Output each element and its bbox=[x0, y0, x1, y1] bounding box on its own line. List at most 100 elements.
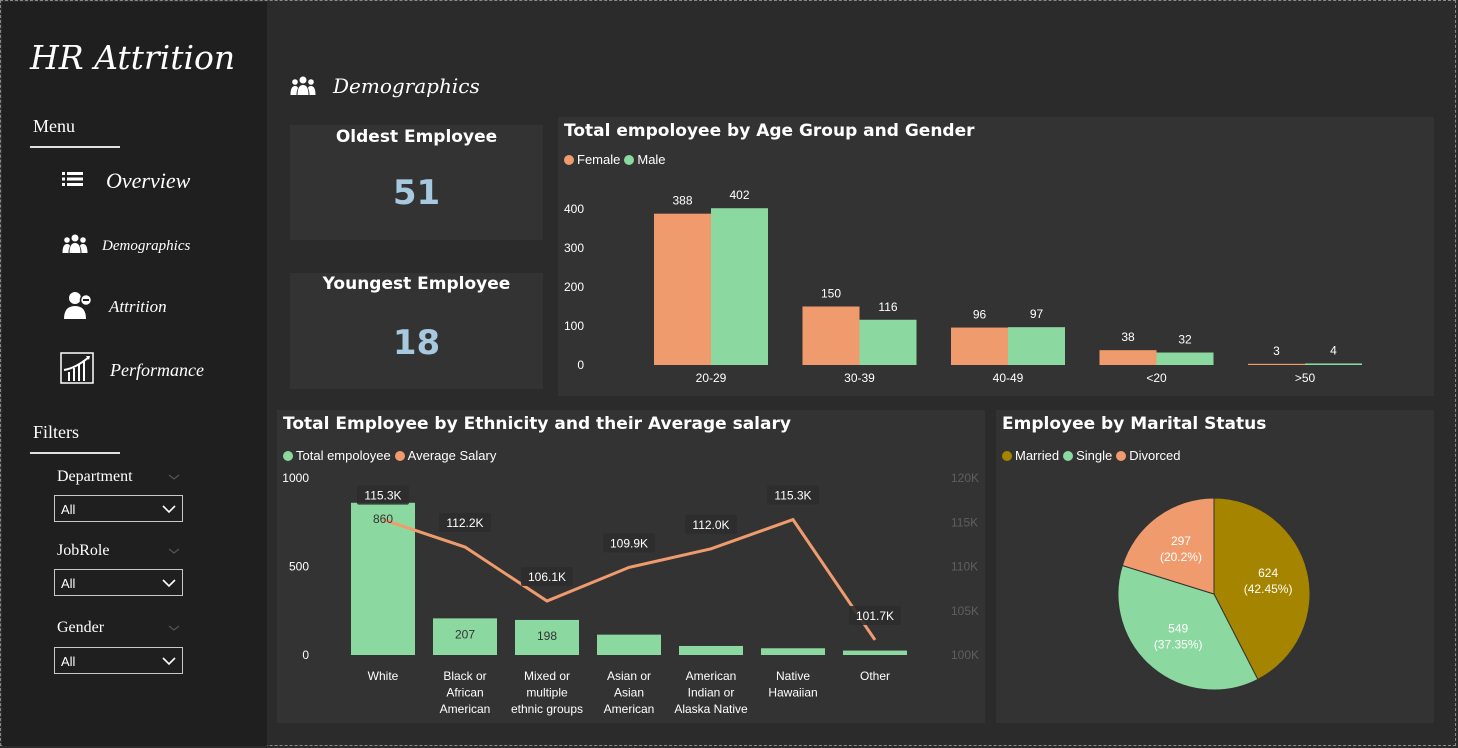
data-label: 3 bbox=[1273, 344, 1280, 358]
bar-male bbox=[1156, 352, 1214, 365]
bar-total-employee bbox=[679, 645, 743, 655]
filters-divider bbox=[30, 452, 120, 454]
bar-male bbox=[1305, 363, 1362, 365]
x-tick-label: Asian or bbox=[607, 669, 651, 683]
ethnicity-salary-chart-card: Total Employee by Ethnicity and their Av… bbox=[277, 410, 985, 723]
data-label: 207 bbox=[455, 627, 475, 641]
nav-item-attrition[interactable]: Attrition bbox=[62, 290, 167, 324]
people-group-icon bbox=[62, 233, 88, 259]
chevron-down-icon bbox=[162, 579, 176, 588]
page-title: Demographics bbox=[333, 74, 480, 98]
data-label: 112.0K bbox=[692, 518, 729, 532]
chevron-down-icon bbox=[162, 505, 176, 514]
data-label: 109.9K bbox=[610, 536, 648, 550]
x-tick-label: Other bbox=[860, 669, 890, 683]
user-minus-icon bbox=[62, 290, 94, 324]
bar-female bbox=[654, 213, 711, 365]
kpi-card-youngest: Youngest Employee 18 bbox=[290, 273, 543, 389]
data-label: 115.3K bbox=[364, 489, 401, 503]
chevron-down-icon[interactable] bbox=[167, 472, 181, 482]
bar-male bbox=[1008, 327, 1065, 365]
chevron-down-icon[interactable] bbox=[167, 546, 181, 556]
data-label: 38 bbox=[1121, 330, 1135, 344]
y-tick-label: 200 bbox=[564, 280, 584, 294]
x-tick-label: <20 bbox=[1146, 371, 1167, 385]
x-tick-label: Black or bbox=[443, 669, 486, 683]
nav-item-demographics[interactable]: Demographics bbox=[62, 233, 190, 259]
marital-status-chart-card: Employee by Marital Status Married Singl… bbox=[996, 410, 1434, 723]
y2-tick-label: 105K bbox=[951, 604, 979, 618]
bar-female bbox=[1099, 350, 1157, 365]
x-tick-label: Mixed or bbox=[524, 669, 570, 683]
nav-label-demographics: Demographics bbox=[102, 237, 191, 254]
department-value: All bbox=[61, 502, 76, 517]
x-tick-label: Native bbox=[776, 669, 810, 683]
data-label: 115.3K bbox=[774, 489, 811, 503]
x-tick-label: White bbox=[368, 669, 399, 683]
bar-female bbox=[802, 306, 860, 365]
y2-tick-label: 100K bbox=[951, 648, 979, 662]
x-tick-label: Indian or bbox=[688, 686, 735, 700]
filter-label-gender: Gender bbox=[57, 619, 105, 636]
nav-label-performance: Performance bbox=[110, 359, 204, 380]
data-label: 624 bbox=[1258, 566, 1278, 580]
age-gender-chart-card: Total empoloyee by Age Group and Gender … bbox=[558, 117, 1434, 396]
list-icon bbox=[62, 170, 84, 192]
x-tick-label: >50 bbox=[1295, 371, 1316, 385]
x-tick-label: African bbox=[446, 686, 483, 700]
age-gender-bar-chart: 0 100 200 300 400 388 402 20-29 150 116 30-39 96 97 4… bbox=[564, 188, 1362, 385]
kpi-label: Oldest Employee bbox=[335, 127, 498, 147]
y-tick-label: 1000 bbox=[282, 471, 309, 485]
x-tick-label: American bbox=[686, 669, 737, 683]
x-tick-label: multiple bbox=[526, 686, 568, 700]
bar-total-employee bbox=[761, 648, 825, 655]
data-label: 150 bbox=[821, 287, 841, 301]
y-tick-label: 400 bbox=[564, 202, 584, 216]
kpi-card-oldest: Oldest Employee 51 bbox=[290, 125, 543, 240]
y-tick-label: 0 bbox=[577, 358, 584, 372]
gender-value: All bbox=[61, 654, 76, 669]
x-tick-label: Alaska Native bbox=[674, 702, 748, 716]
kpi-value: 51 bbox=[392, 173, 441, 213]
x-tick-label: 30-39 bbox=[844, 371, 875, 385]
data-label: (20.2%) bbox=[1160, 550, 1202, 564]
y-tick-label: 500 bbox=[289, 560, 309, 574]
marital-status-pie-chart: 624 (42.45%) 549 (37.35%) 297 (20.2%) bbox=[1117, 497, 1311, 691]
bar-total-employee bbox=[597, 634, 661, 655]
data-label: 97 bbox=[1030, 307, 1044, 321]
kpi-label: Youngest Employee bbox=[322, 274, 511, 294]
jobrole-dropdown[interactable]: All bbox=[54, 569, 183, 596]
data-label: (42.45%) bbox=[1244, 582, 1293, 596]
department-dropdown[interactable]: All bbox=[54, 495, 183, 522]
nav-label-overview: Overview bbox=[106, 168, 191, 193]
data-label: 116 bbox=[878, 300, 897, 314]
y-tick-label: 300 bbox=[564, 241, 584, 255]
gender-dropdown[interactable]: All bbox=[54, 647, 183, 674]
filter-label-jobrole: JobRole bbox=[57, 542, 110, 559]
data-label: 4 bbox=[1330, 343, 1337, 357]
data-label: 549 bbox=[1168, 622, 1188, 636]
nav-label-attrition: Attrition bbox=[109, 297, 167, 316]
kpi-value: 18 bbox=[392, 323, 441, 363]
chevron-down-icon[interactable] bbox=[167, 623, 181, 633]
nav-item-overview[interactable]: Overview bbox=[62, 168, 190, 194]
menu-title: Menu bbox=[33, 116, 75, 136]
bar-female bbox=[951, 327, 1008, 365]
chevron-down-icon bbox=[162, 657, 176, 666]
data-label: 402 bbox=[729, 188, 749, 202]
data-label: 106.1K bbox=[528, 570, 566, 584]
jobrole-value: All bbox=[61, 576, 76, 591]
nav-item-performance[interactable]: Performance bbox=[60, 352, 204, 388]
data-label: 860 bbox=[373, 512, 393, 526]
y-tick-label: 100 bbox=[564, 319, 584, 333]
x-tick-label: 20-29 bbox=[696, 371, 727, 385]
y2-tick-label: 115K bbox=[951, 515, 978, 529]
x-tick-label: American bbox=[440, 702, 491, 716]
app-title: HR Attrition bbox=[30, 38, 236, 77]
data-label: 101.7K bbox=[856, 609, 894, 623]
people-group-icon bbox=[287, 70, 319, 102]
data-label: 388 bbox=[672, 194, 692, 208]
x-tick-label: 40-49 bbox=[993, 371, 1024, 385]
page-header: Demographics bbox=[287, 70, 480, 102]
menu-divider bbox=[30, 146, 120, 148]
